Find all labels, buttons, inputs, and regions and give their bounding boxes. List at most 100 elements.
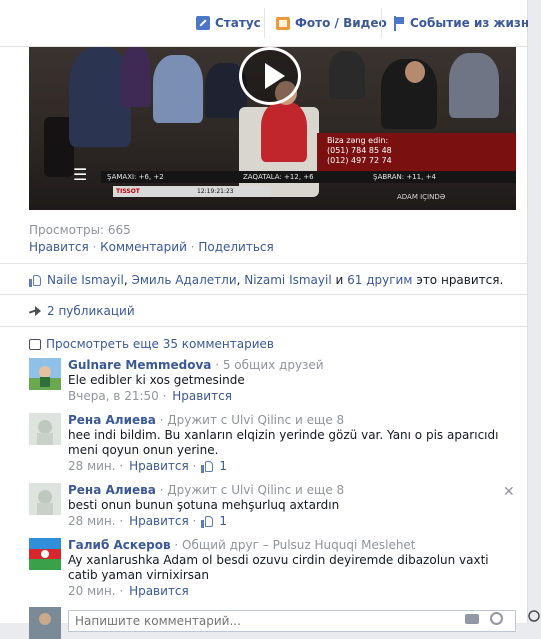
comment-time[interactable]: Вчера, в 21:50 [68,389,159,404]
avatar-image [29,607,61,639]
photo-icon [276,16,290,30]
share-arrow-icon [29,305,42,317]
separator: , [123,273,132,287]
commenter-name[interactable]: Рена Алиева [68,413,156,427]
and-text: и [335,273,344,287]
commenter-name[interactable]: Рена Алиева [68,483,156,497]
sponsor-label: TISSOT [116,188,140,195]
chat-icon[interactable] [528,609,541,623]
comment-like-count[interactable]: 1 [219,459,227,474]
avatar-image [29,413,61,445]
phone-number: (012) 497 72 74 [327,156,392,165]
thumbs-up-icon [29,274,42,287]
life-event-button[interactable]: Событие из жизни [393,13,538,33]
commenter-name[interactable]: Gulnare Memmedova [68,358,211,372]
like-link[interactable]: Нравится [29,240,89,254]
commenter-name[interactable]: Галиб Аскеров [68,538,171,552]
divider [0,294,527,295]
phone-number: (051) 784 85 48 [327,146,392,155]
comment-bubble-icon [29,338,41,350]
call-us-banner: Biza zəng edin: (051) 784 85 48 (012) 49… [317,133,516,171]
channel-logo-icon: ☰ [73,165,88,184]
view-count: Просмотры: 665 [29,223,131,237]
comment-link[interactable]: Комментарий [100,240,187,254]
post-card: Статус Фото / Видео Событие из жизни Biz… [0,0,538,639]
shares-link[interactable]: 2 публикаций [29,304,135,318]
photo-video-button[interactable]: Фото / Видео [276,13,387,33]
audience-figure [449,53,499,118]
comment-time[interactable]: 28 мин. [68,514,116,529]
comment-like-link[interactable]: Нравится [129,584,189,599]
audience-figure [121,47,151,107]
mutual-friends: · Общий друг – Pulsuz Huquqi Meslehet [170,538,416,552]
separator: · [88,240,101,254]
write-comment-row [29,607,519,639]
comment-time[interactable]: 20 мин. [68,584,116,599]
photo-video-label: Фото / Видео [295,16,387,30]
audience-figure [153,55,203,123]
status-label: Статус [215,16,261,30]
avatar [29,607,61,639]
liker-name[interactable]: Nizami Ismayil [244,273,331,287]
weather-item: ZAQATALA: +12, +6 [243,173,314,181]
comment-input[interactable] [68,610,516,632]
thumbs-up-icon [201,460,214,473]
avatar-image [29,483,61,515]
avatar[interactable] [29,538,61,570]
flag-icon [393,15,405,31]
avatar-image [29,358,61,390]
show-title: ADAM IÇINDƏ [397,193,446,201]
comment-text: besti onun bunun şotuna mehşurluq axtard… [68,498,340,512]
comment-like-link[interactable]: Нравится [172,389,232,404]
divider [0,263,527,264]
liker-name[interactable]: Naile Ismayil [47,273,124,287]
mutual-friends: · Дружит с Ulvi Qilinc и еще 8 [155,413,345,427]
ticker-bar: TISSOT 12:19:21:23 [113,186,271,197]
page-scrollbar[interactable] [528,0,541,623]
play-button[interactable] [239,47,301,105]
shares-count: 2 публикаций [47,304,135,318]
status-button[interactable]: Статус [196,13,261,33]
comment-time[interactable]: 28 мин. [68,459,116,474]
mutual-friends: · 5 общих друзей [211,358,324,372]
avatar[interactable] [29,358,61,390]
video-player[interactable]: Biza zəng edin: (051) 784 85 48 (012) 49… [29,47,516,210]
weather-item: ŞAMAXI: +6, +2 [107,173,164,181]
composer-bar: Статус Фото / Видео Событие из жизни [0,0,538,47]
post-actions: Нравится · Комментарий · Поделиться [29,240,274,254]
liker-name[interactable]: Эмиль Адалетли [131,273,236,287]
likes-summary: Naile Ismayil, Эмиль Адалетли, Nizami Is… [29,273,503,287]
comment-like-count[interactable]: 1 [219,514,227,529]
view-more-comments-link[interactable]: Просмотреть еще 35 комментариев [29,337,274,351]
share-link[interactable]: Поделиться [198,240,273,254]
others-link[interactable]: 61 другим [347,273,412,287]
separator: · [186,240,199,254]
life-event-label: Событие из жизни [410,16,538,30]
comment-text: hee indi bildim. Bu xanların elqizin yer… [68,428,499,457]
clock-readout: 12:19:21:23 [197,188,234,195]
comment-like-link[interactable]: Нравится [129,459,189,474]
pencil-icon [196,16,210,30]
thumbs-up-icon [201,515,214,528]
audience-head [405,61,425,83]
weather-strip: ŞAMAXI: +6, +2 ZAQATALA: +12, +6 ŞABRAN:… [101,171,516,183]
separator: , [236,273,245,287]
avatar[interactable] [29,413,61,445]
weather-item: ŞABRAN: +11, +4 [373,173,436,181]
smiley-icon[interactable] [490,612,503,625]
divider [0,326,527,327]
comment-like-link[interactable]: Нравится [129,514,189,529]
composer-divider [264,8,265,38]
avatar-image [29,538,61,570]
view-more-label: Просмотреть еще 35 комментариев [46,337,274,351]
composer-divider [381,8,382,38]
likes-suffix: это нравится. [416,273,504,287]
comment-text: Ele edibler ki xos getmesinde [68,373,245,387]
avatar[interactable] [29,483,61,515]
audience-figure [329,51,365,99]
comment-text: Ay xanlarushka Adam ol besdi ozuvu cirdi… [68,553,489,582]
close-icon[interactable]: ✕ [503,484,515,500]
guest-figure [261,102,307,162]
call-us-title: Biza zəng edin: [327,136,389,145]
mutual-friends: · Дружит с Ulvi Qilinc и еще 8 [155,483,345,497]
